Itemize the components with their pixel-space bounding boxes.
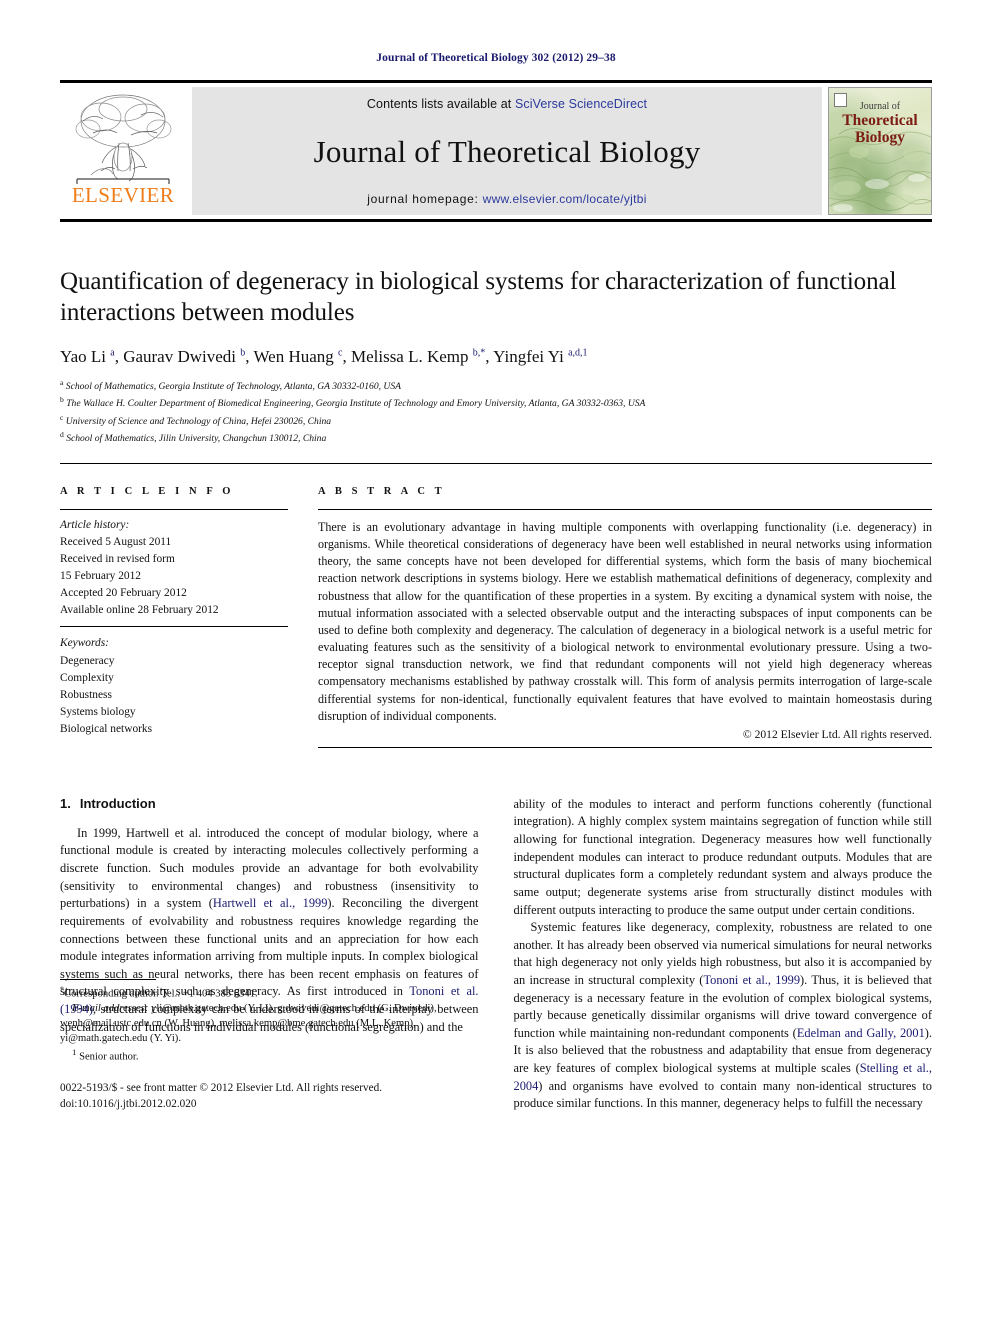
- elsevier-tree-icon: [71, 91, 175, 187]
- body-columns: 1. Introduction In 1999, Hartwell et al. …: [60, 796, 932, 1113]
- masthead-bottom-rule: [60, 219, 932, 222]
- masthead-center: Contents lists available at SciVerse Sci…: [192, 87, 822, 215]
- sciencedirect-link[interactable]: SciVerse ScienceDirect: [515, 97, 647, 111]
- elsevier-wordmark: ELSEVIER: [71, 183, 175, 207]
- affiliation-marker: c: [60, 412, 64, 422]
- doi-line: doi:10.1016/j.jtbi.2012.02.020: [60, 1097, 197, 1110]
- article-history: Article history: Received 5 August 2011 …: [60, 510, 288, 627]
- body-column-right: ability of the modules to interact and p…: [514, 796, 933, 1113]
- keyword-item: Complexity: [60, 671, 114, 684]
- article-info-heading: A R T I C L E I N F O: [60, 485, 235, 497]
- keyword-item: Biological networks: [60, 723, 153, 736]
- journal-cover-thumbnail[interactable]: Journal of Theoretical Biology: [828, 87, 932, 215]
- history-item: Received 5 August 2011: [60, 535, 172, 548]
- keyword-item: Systems biology: [60, 705, 136, 718]
- history-item: Accepted 20 February 2012: [60, 587, 187, 600]
- footnote-senior-author: 1 Senior author.: [72, 1047, 139, 1063]
- article-info-column: A R T I C L E I N F O Article history: R…: [60, 486, 318, 748]
- history-item: 15 February 2012: [60, 570, 141, 583]
- issn-copyright-block: 0022-5193/$ - see front matter © 2012 El…: [60, 1081, 479, 1113]
- abstract-heading: A B S T R A C T: [318, 485, 446, 497]
- contents-prefix: Contents lists available at: [366, 97, 515, 111]
- title-bottom-rule: [60, 462, 932, 464]
- homepage-prefix: journal homepage:: [367, 192, 483, 206]
- journal-masthead: ELSEVIER Contents lists available at Sci…: [60, 87, 932, 215]
- page-title: Quantification of degeneracy in biologic…: [60, 268, 897, 327]
- affiliation-text: University of Science and Technology of …: [65, 415, 332, 427]
- affiliation-marker: b: [60, 395, 64, 405]
- affiliation-item: c University of Science and Technology o…: [60, 412, 932, 430]
- affiliation-item: b The Wallace H. Coulter Department of B…: [60, 394, 932, 412]
- affiliation-list: a School of Mathematics, Georgia Institu…: [60, 377, 932, 447]
- intro-paragraph-3: Systemic features like degeneracy, compl…: [513, 920, 933, 1111]
- issn-line: 0022-5193/$ - see front matter © 2012 El…: [60, 1082, 382, 1095]
- top-rule: [60, 80, 932, 83]
- affiliation-marker: d: [60, 430, 64, 440]
- abstract-column: A B S T R A C T There is an evolutionary…: [318, 486, 932, 748]
- footnote-rule: [60, 978, 156, 980]
- contents-lists-line: Contents lists available at SciVerse Sci…: [367, 97, 647, 111]
- body-column-left: 1. Introduction In 1999, Hartwell et al. …: [60, 796, 479, 1113]
- article-history-label: Article history:: [60, 518, 130, 531]
- abstract-copyright: © 2012 Elsevier Ltd. All rights reserved…: [742, 727, 932, 741]
- affiliation-text: School of Mathematics, Georgia Institute…: [65, 380, 402, 392]
- keywords-label: Keywords:: [60, 637, 109, 650]
- abstract-bottom-rule: [318, 746, 932, 748]
- keywords-block: Keywords: Degeneracy Complexity Robustne…: [60, 627, 288, 738]
- footnote-emails: E-mail addresses: yli@math.gatech.edu (Y…: [60, 1003, 437, 1045]
- history-item: Available online 28 February 2012: [60, 604, 219, 617]
- cover-title: Journal of Theoretical Biology: [829, 101, 931, 146]
- cover-line-3: Biology: [855, 128, 905, 146]
- keyword-item: Degeneracy: [60, 654, 115, 667]
- cover-line-2: Theoretical: [842, 111, 918, 129]
- running-head: Journal of Theoretical Biology 302 (2012…: [376, 52, 616, 64]
- affiliation-item: a School of Mathematics, Georgia Institu…: [60, 377, 932, 395]
- keyword-item: Robustness: [60, 688, 112, 701]
- elsevier-logo[interactable]: ELSEVIER: [60, 87, 186, 215]
- footnote-block: *Corresponding author. Tel.: +1 404 385 …: [60, 978, 479, 1113]
- section-title: Introduction: [79, 795, 156, 811]
- homepage-link[interactable]: www.elsevier.com/locate/yjtbi: [483, 192, 647, 206]
- info-abstract-region: A R T I C L E I N F O Article history: R…: [60, 486, 932, 748]
- abstract-text: There is an evolutionary advantage in ha…: [318, 519, 932, 723]
- title-block: Quantification of degeneracy in biologic…: [60, 266, 932, 447]
- intro-paragraph-2: ability of the modules to interact and p…: [513, 796, 933, 917]
- affiliation-item: d School of Mathematics, Jilin Universit…: [60, 429, 932, 447]
- article-page: Journal of Theoretical Biology 302 (2012…: [0, 0, 992, 1323]
- section-heading-introduction: 1. Introduction: [60, 796, 479, 811]
- footnote-corresponding-author: *Corresponding author. Tel.: +1 404 385 …: [60, 984, 258, 1000]
- section-number: 1.: [60, 795, 71, 811]
- journal-homepage-line: journal homepage: www.elsevier.com/locat…: [367, 192, 646, 206]
- affiliation-text: The Wallace H. Coulter Department of Bio…: [66, 398, 646, 410]
- affiliation-marker: a: [60, 377, 64, 387]
- journal-title: Journal of Theoretical Biology: [313, 134, 701, 169]
- history-item: Received in revised form: [60, 553, 175, 566]
- author-list: Yao Li a, Gaurav Dwivedi b, Wen Huang c,…: [60, 346, 588, 366]
- affiliation-text: School of Mathematics, Jilin University,…: [66, 433, 327, 445]
